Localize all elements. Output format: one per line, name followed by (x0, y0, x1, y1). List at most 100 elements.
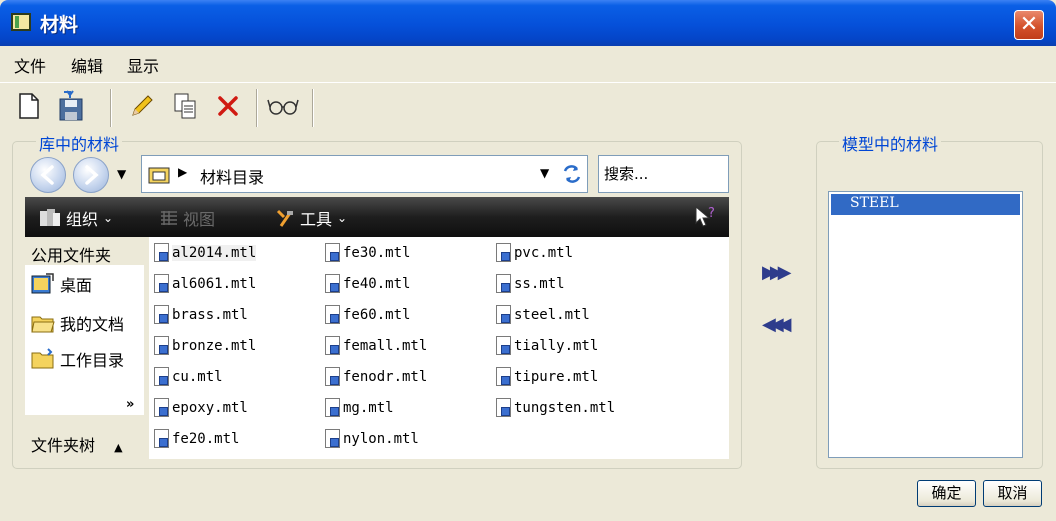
favorite-label: 我的文档 (60, 315, 125, 334)
desktop-icon (31, 273, 54, 294)
add-to-model-button[interactable]: ▶▶▶ (762, 262, 791, 283)
favorites-panel: 公用文件夹 桌面 我的文档 工作目录 » 文件夹树 ▲ (25, 237, 144, 459)
path-dropdown-icon[interactable]: ▼ (540, 166, 549, 180)
file-item[interactable]: fenodr.mtl (325, 367, 427, 386)
file-item[interactable]: al6061.mtl (154, 274, 256, 293)
favorite-working-directory[interactable]: 工作目录 (31, 347, 124, 371)
new-file-icon[interactable] (12, 89, 46, 123)
material-file-icon (325, 398, 340, 417)
material-file-icon (325, 243, 340, 262)
file-item[interactable]: cu.mtl (154, 367, 223, 386)
model-group-label: 模型中的材料 (839, 131, 942, 155)
file-name: steel.mtl (514, 306, 590, 323)
file-item[interactable]: bronze.mtl (154, 336, 256, 355)
file-name: fe60.mtl (343, 306, 411, 323)
file-item[interactable]: al2014.mtl (154, 243, 257, 262)
file-name: femall.mtl (343, 337, 428, 354)
material-file-icon (496, 336, 511, 355)
forward-button[interactable] (73, 157, 109, 193)
material-file-icon (154, 243, 169, 262)
help-icon[interactable]: ? (693, 205, 717, 229)
materials-dialog: 材料 ✕ 文件 编辑 显示 库中的材料 ▼ ▶ 材料目录 ▼ 搜索... 组织 … (0, 0, 1056, 521)
file-item[interactable]: fe30.mtl (325, 243, 410, 262)
cancel-button[interactable]: 取消 (983, 480, 1042, 507)
material-file-icon (154, 274, 169, 293)
material-file-icon (325, 305, 340, 324)
window-title: 材料 (40, 14, 79, 36)
material-file-icon (496, 398, 511, 417)
file-item[interactable]: tungsten.mtl (496, 398, 615, 417)
material-file-icon (496, 305, 511, 324)
menu-edit[interactable]: 编辑 (71, 53, 103, 77)
save-icon[interactable] (55, 89, 89, 123)
file-item[interactable]: tipure.mtl (496, 367, 598, 386)
file-list: al2014.mtl al6061.mtl brass.mtl bronze.mtl c… (149, 237, 729, 459)
material-file-icon (325, 274, 340, 293)
file-item[interactable]: ss.mtl (496, 274, 565, 293)
toolbar-separator (256, 89, 258, 127)
view-menu: 视图 (160, 206, 215, 230)
file-name: al2014.mtl (172, 244, 257, 261)
file-item[interactable]: mg.mtl (325, 398, 394, 417)
file-name: fe20.mtl (172, 430, 240, 447)
ok-button[interactable]: 确定 (917, 480, 976, 507)
material-file-icon (154, 336, 169, 355)
favorite-my-documents[interactable]: 我的文档 (31, 311, 124, 335)
working-folder-icon (31, 348, 54, 369)
file-item[interactable]: fe20.mtl (154, 429, 239, 448)
file-item[interactable]: epoxy.mtl (154, 398, 248, 417)
path-separator-icon[interactable]: ▶ (178, 165, 187, 179)
search-input[interactable]: 搜索... (598, 155, 729, 193)
material-file-icon (496, 243, 511, 262)
file-item[interactable]: nylon.mtl (325, 429, 419, 448)
view-grid-icon (161, 211, 177, 225)
model-material-list: STEEL (828, 191, 1023, 458)
file-name: brass.mtl (172, 306, 248, 323)
view-label: 视图 (183, 210, 216, 229)
organize-menu[interactable]: 组织 ⌄ (39, 206, 113, 230)
menu-file[interactable]: 文件 (14, 53, 46, 77)
path-bar[interactable]: ▶ 材料目录 ▼ (141, 155, 588, 193)
folder-open-icon (31, 316, 55, 333)
file-name: fe40.mtl (343, 275, 411, 292)
file-name: tipure.mtl (514, 368, 599, 385)
favorite-desktop[interactable]: 桌面 (31, 272, 92, 296)
common-folders-header: 公用文件夹 (31, 246, 112, 265)
back-button[interactable] (30, 157, 66, 193)
book-icon (11, 13, 31, 31)
view-glasses-icon[interactable] (266, 89, 300, 123)
toolbar (0, 82, 1056, 130)
file-item[interactable]: femall.mtl (325, 336, 427, 355)
toolbar-separator (110, 89, 112, 127)
material-file-icon (496, 367, 511, 386)
refresh-icon[interactable] (561, 163, 583, 185)
expand-more-icon[interactable]: » (126, 397, 134, 412)
menu-bar: 文件 编辑 显示 (0, 46, 1056, 79)
file-item[interactable]: fe60.mtl (325, 305, 410, 324)
model-material-item[interactable]: STEEL (831, 194, 1020, 215)
path-text: 材料目录 (200, 168, 265, 187)
file-item[interactable]: steel.mtl (496, 305, 590, 324)
back-arrow-icon (40, 165, 54, 185)
file-item[interactable]: brass.mtl (154, 305, 248, 324)
file-item[interactable]: fe40.mtl (325, 274, 410, 293)
copy-icon[interactable] (168, 89, 202, 123)
file-name: fe30.mtl (343, 244, 411, 261)
history-dropdown-icon[interactable]: ▼ (117, 167, 126, 181)
edit-pencil-icon[interactable] (125, 89, 159, 123)
library-group-label: 库中的材料 (36, 131, 123, 155)
file-name: fenodr.mtl (343, 368, 428, 385)
folder-tree-toggle[interactable]: 文件夹树 ▲ (31, 432, 123, 456)
file-item[interactable]: pvc.mtl (496, 243, 573, 262)
tools-menu[interactable]: 工具 ⌄ (275, 206, 347, 230)
favorite-label: 工作目录 (60, 351, 125, 370)
file-name: nylon.mtl (343, 430, 419, 447)
close-button[interactable]: ✕ (1014, 10, 1044, 40)
menu-view[interactable]: 显示 (127, 53, 159, 77)
file-item[interactable]: tially.mtl (496, 336, 598, 355)
material-file-icon (325, 336, 340, 355)
chevron-down-icon: ⌄ (337, 211, 348, 225)
material-file-icon (154, 429, 169, 448)
remove-from-model-button[interactable]: ◀◀◀ (762, 314, 791, 335)
delete-icon[interactable] (211, 89, 245, 123)
